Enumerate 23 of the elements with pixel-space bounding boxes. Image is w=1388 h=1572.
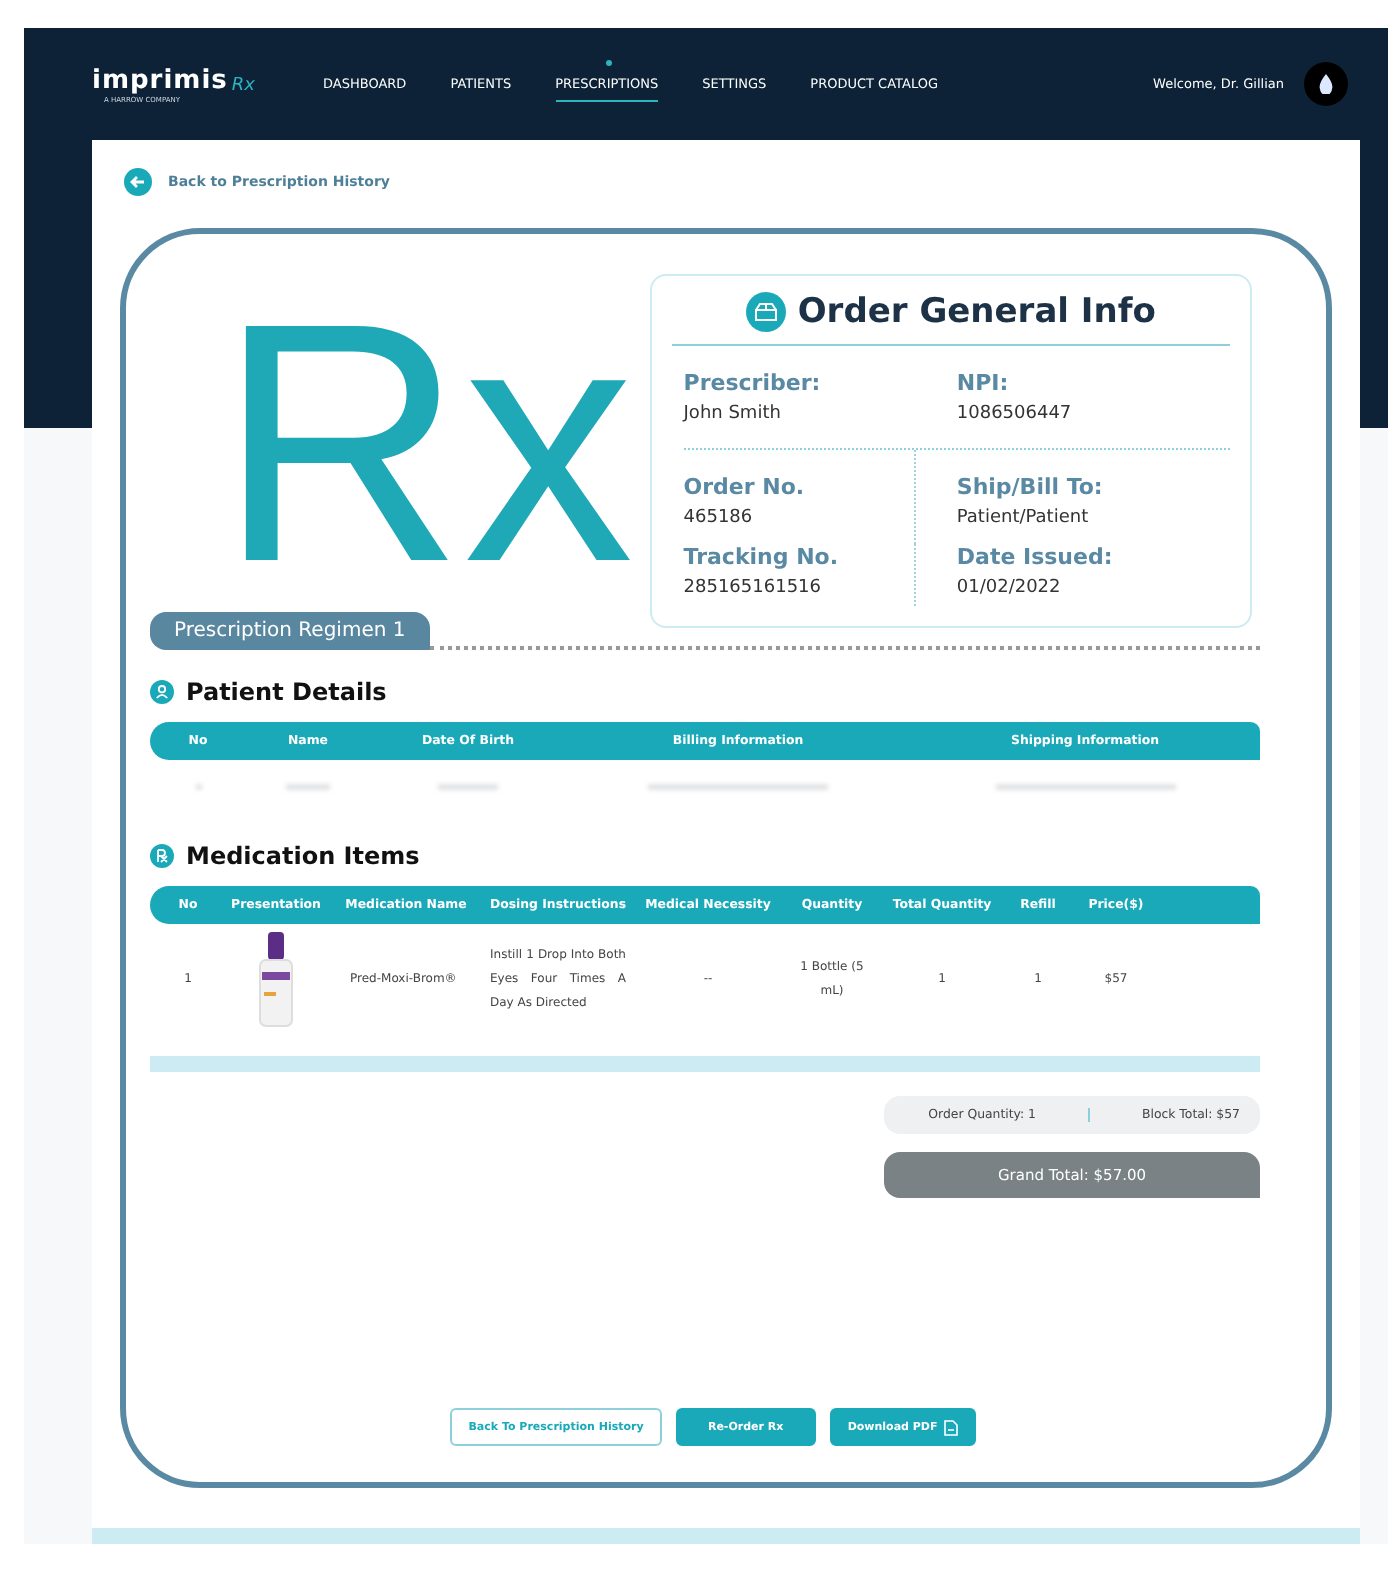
field-value: 285165161516 bbox=[683, 578, 823, 598]
document-icon bbox=[943, 1419, 958, 1435]
field-label: NPI: bbox=[956, 370, 1011, 396]
field-value: John Smith bbox=[683, 404, 783, 424]
field-label: Tracking No. bbox=[683, 544, 841, 570]
order-info-title: Order General Info bbox=[797, 292, 1156, 332]
avatar[interactable] bbox=[1304, 62, 1348, 106]
field-label: Ship/Bill To: bbox=[956, 474, 1105, 500]
field-label: Prescriber: bbox=[683, 370, 823, 396]
field-value: 465186 bbox=[683, 508, 755, 528]
field-value: 1086506447 bbox=[956, 404, 1074, 424]
section-title: Patient Details bbox=[186, 678, 387, 706]
logo-wordmark: imprimis bbox=[92, 65, 228, 95]
field-value: Patient/Patient bbox=[956, 508, 1091, 528]
section-title: Medication Items bbox=[186, 842, 420, 870]
bottle-drawing bbox=[256, 932, 296, 1028]
field-label: Date Issued: bbox=[956, 544, 1115, 570]
field-value: 01/02/2022 bbox=[956, 578, 1063, 598]
field-label: Order No. bbox=[683, 474, 807, 500]
box-icon bbox=[745, 292, 786, 332]
person-icon bbox=[150, 680, 174, 704]
logo-mark: Rx bbox=[231, 75, 256, 95]
rx-icon bbox=[150, 844, 174, 868]
